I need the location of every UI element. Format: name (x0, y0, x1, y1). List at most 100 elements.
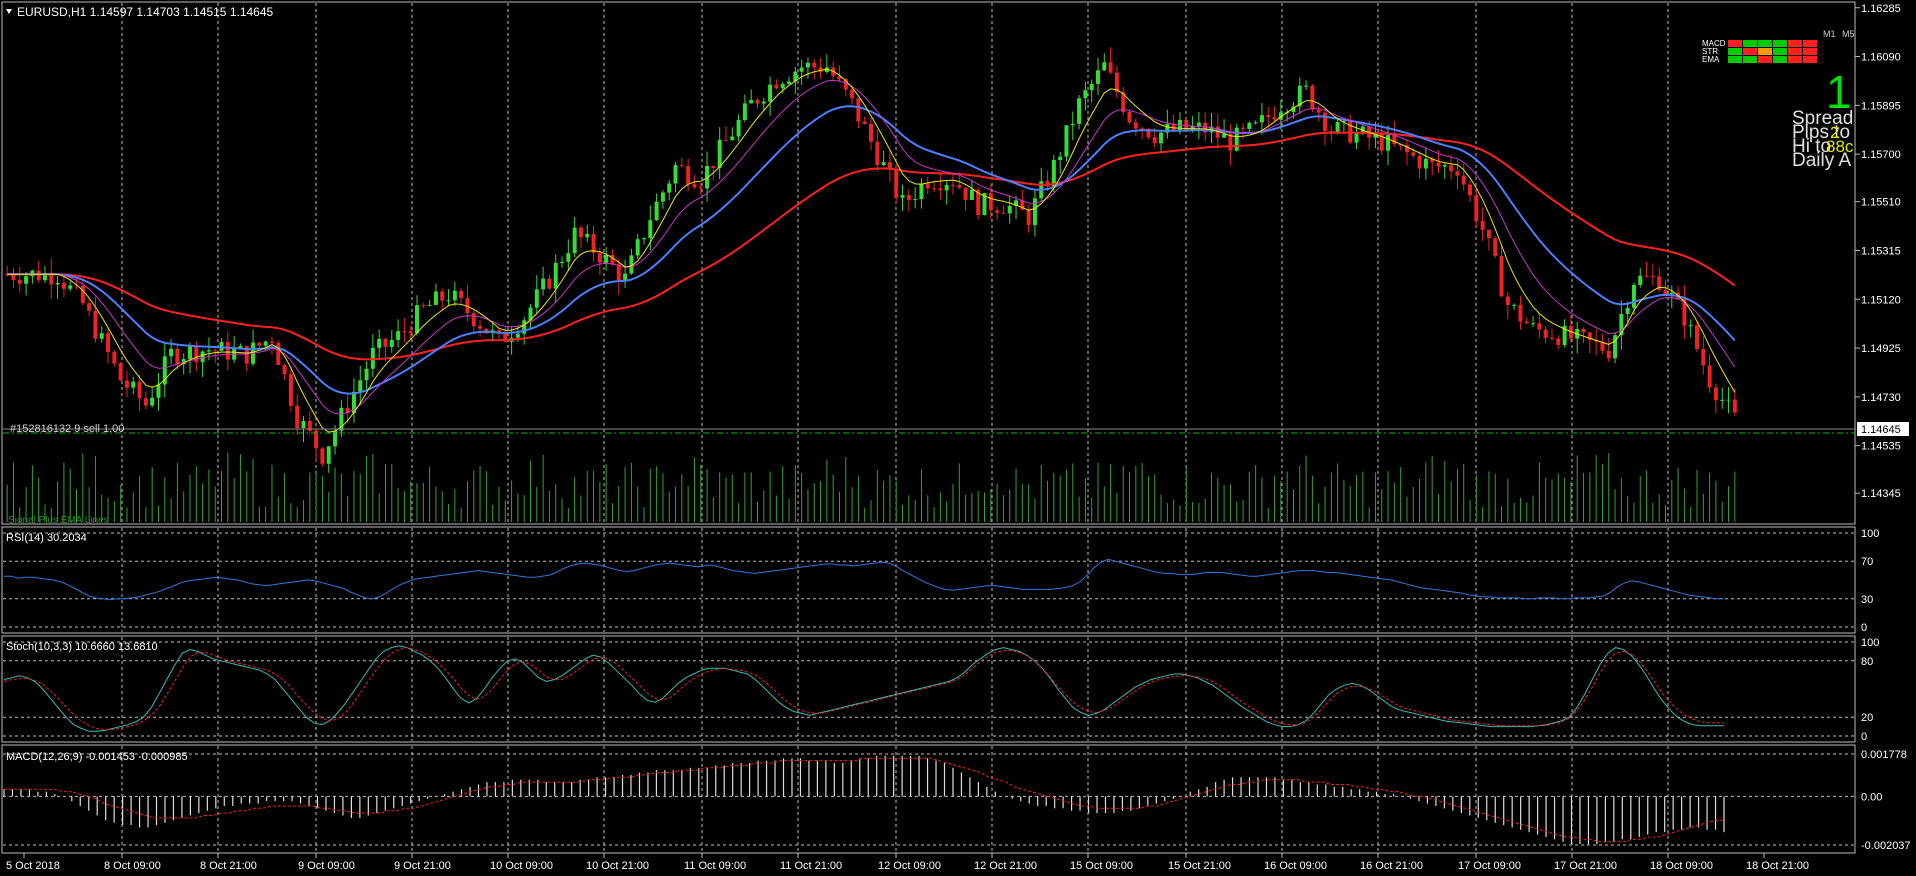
candle-body[interactable] (1474, 195, 1479, 221)
candle-body[interactable] (1266, 115, 1271, 118)
candle-body[interactable] (963, 187, 968, 200)
candle-body[interactable] (698, 187, 703, 189)
candle-body[interactable] (768, 84, 773, 102)
candle-body[interactable] (919, 183, 924, 200)
candle-body[interactable] (169, 348, 174, 357)
candle-body[interactable] (938, 188, 943, 191)
candle-body[interactable] (1159, 132, 1164, 144)
candle-body[interactable] (295, 405, 300, 428)
candle-body[interactable] (1701, 349, 1706, 366)
candle-body[interactable] (1732, 399, 1737, 413)
candle-body[interactable] (660, 192, 665, 202)
candle-body[interactable] (1417, 155, 1422, 169)
candle-body[interactable] (408, 331, 413, 334)
candle-body[interactable] (723, 139, 728, 141)
candle-body[interactable] (642, 238, 647, 240)
candle-body[interactable] (736, 119, 741, 137)
candle-body[interactable] (717, 139, 722, 168)
candle-body[interactable] (131, 381, 136, 388)
candle-body[interactable] (711, 165, 716, 168)
candle-body[interactable] (1537, 323, 1542, 330)
candle-body[interactable] (276, 342, 281, 366)
candle-body[interactable] (1386, 135, 1391, 151)
candle-body[interactable] (1089, 83, 1094, 91)
candle-body[interactable] (913, 199, 918, 201)
candle-body[interactable] (396, 331, 401, 340)
candle-body[interactable] (1669, 292, 1674, 295)
candle-body[interactable] (471, 313, 476, 327)
candle-body[interactable] (1556, 338, 1561, 345)
candle-body[interactable] (1619, 313, 1624, 336)
candle-body[interactable] (1663, 289, 1668, 295)
candle-body[interactable] (1272, 117, 1277, 120)
candle-body[interactable] (124, 380, 129, 388)
candle-body[interactable] (1083, 90, 1088, 99)
candle-body[interactable] (894, 168, 899, 198)
candle-body[interactable] (263, 341, 268, 346)
candle-body[interactable] (774, 84, 779, 89)
candle-body[interactable] (175, 348, 180, 365)
candle-body[interactable] (433, 291, 438, 305)
candle-body[interactable] (269, 341, 274, 343)
candle-body[interactable] (1259, 115, 1264, 123)
candle-body[interactable] (1026, 209, 1031, 226)
candle-body[interactable] (213, 350, 218, 352)
candle-body[interactable] (1449, 165, 1454, 172)
candle-body[interactable] (616, 264, 621, 282)
candle-body[interactable] (1335, 121, 1340, 133)
candle-body[interactable] (326, 446, 331, 464)
candle-body[interactable] (749, 100, 754, 104)
candle-body[interactable] (36, 270, 41, 281)
candle-body[interactable] (118, 363, 123, 381)
candle-body[interactable] (1518, 304, 1523, 322)
candle-body[interactable] (869, 124, 873, 142)
candle-body[interactable] (925, 183, 930, 189)
candle-body[interactable] (1411, 152, 1416, 156)
candle-body[interactable] (1070, 123, 1075, 126)
candle-body[interactable] (1064, 125, 1069, 157)
candle-body[interactable] (887, 162, 892, 169)
candle-body[interactable] (225, 342, 230, 360)
candle-body[interactable] (1531, 323, 1536, 325)
candle-body[interactable] (1241, 127, 1246, 129)
candle-body[interactable] (55, 282, 60, 285)
candle-body[interactable] (1688, 325, 1693, 327)
candle-body[interactable] (761, 101, 766, 104)
candle-body[interactable] (24, 276, 29, 284)
candle-body[interactable] (635, 239, 640, 256)
candle-body[interactable] (1196, 122, 1201, 127)
candle-body[interactable] (1524, 321, 1529, 324)
candle-body[interactable] (1638, 275, 1643, 285)
candle-body[interactable] (1108, 62, 1113, 73)
candle-body[interactable] (61, 282, 66, 289)
candle-body[interactable] (320, 448, 325, 464)
candle-body[interactable] (566, 253, 571, 262)
candle-body[interactable] (1549, 337, 1554, 339)
candle-body[interactable] (995, 210, 1000, 213)
candle-body[interactable] (604, 255, 609, 263)
candle-body[interactable] (143, 398, 148, 406)
candle-body[interactable] (969, 189, 974, 200)
candle-body[interactable] (1058, 156, 1063, 160)
candle-body[interactable] (1442, 165, 1447, 167)
candle-body[interactable] (1499, 256, 1504, 297)
candle-body[interactable] (188, 346, 193, 360)
candle-body[interactable] (799, 67, 804, 72)
candle-body[interactable] (1512, 304, 1517, 306)
candle-body[interactable] (1171, 123, 1176, 131)
candle-body[interactable] (906, 195, 911, 200)
candle-body[interactable] (1695, 325, 1700, 350)
candle-body[interactable] (805, 62, 810, 68)
candle-body[interactable] (1625, 307, 1630, 314)
candle-body[interactable] (591, 233, 596, 253)
candle-body[interactable] (780, 83, 785, 89)
candle-body[interactable] (1423, 158, 1428, 169)
candle-body[interactable] (875, 141, 880, 166)
candle-body[interactable] (900, 195, 905, 198)
candle-body[interactable] (742, 103, 747, 120)
candle-body[interactable] (541, 278, 546, 290)
candle-body[interactable] (282, 365, 287, 375)
candle-body[interactable] (1322, 112, 1327, 131)
candle-body[interactable] (478, 326, 483, 329)
candle-body[interactable] (1713, 387, 1718, 401)
